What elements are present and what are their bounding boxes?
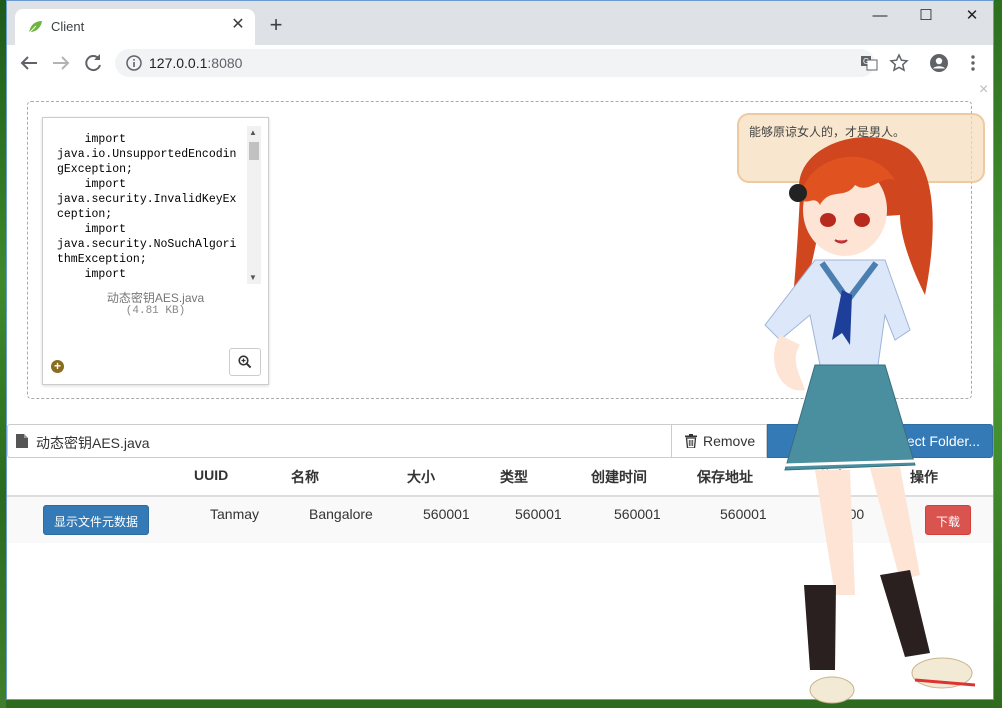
cell-created: 560001	[614, 506, 661, 522]
selected-file-field[interactable]: 动态密钥AES.java	[7, 424, 672, 458]
url-port: :8080	[207, 55, 243, 71]
column-header: 创建时间	[591, 469, 647, 485]
remove-button[interactable]: Remove	[671, 424, 767, 458]
info-icon[interactable]	[125, 54, 143, 72]
minimize-button[interactable]: —	[857, 1, 903, 31]
column-header: 保存地址	[697, 469, 753, 485]
svg-text:G: G	[863, 57, 869, 66]
cell-name: Bangalore	[309, 506, 373, 522]
column-header: 类型	[500, 469, 528, 485]
reload-icon[interactable]	[81, 51, 105, 75]
file-preview-card: import java.io.UnsupportedEncodingExcept…	[42, 117, 269, 385]
plus-circle-icon[interactable]: +	[51, 360, 64, 373]
back-arrow-icon[interactable]	[17, 51, 41, 75]
menu-dots-icon[interactable]	[963, 53, 983, 73]
leaf-icon	[28, 21, 42, 34]
show-metadata-button[interactable]: 显示文件元数据	[43, 505, 149, 535]
column-header: 大小	[407, 469, 435, 485]
mascot-character[interactable]	[760, 125, 1000, 708]
scroll-up-icon[interactable]: ▲	[249, 128, 257, 137]
zoom-button[interactable]	[229, 348, 261, 376]
account-icon[interactable]	[929, 53, 949, 73]
url-text: 127.0.0.1:8080	[149, 55, 242, 71]
forward-arrow-icon[interactable]	[49, 51, 73, 75]
zoom-in-icon	[238, 355, 252, 369]
maximize-button[interactable]: ☐	[903, 1, 949, 31]
address-bar[interactable]: 127.0.0.1:8080 G	[115, 49, 909, 77]
browser-tab[interactable]: Client ✕	[15, 9, 255, 45]
file-icon	[16, 434, 28, 448]
selected-file-name: 动态密钥AES.java	[36, 435, 150, 451]
cell-uuid: Tanmay	[210, 506, 260, 522]
column-header: UUID	[194, 467, 229, 483]
tab-title: Client	[51, 19, 85, 34]
show-metadata-label: 显示文件元数据	[53, 515, 138, 529]
tab-strip: Client ✕ + — ☐ ✕	[7, 1, 993, 45]
url-host: 127.0.0.1	[149, 55, 208, 71]
column-header: 名称	[291, 469, 319, 485]
dismiss-icon[interactable]: ×	[979, 81, 988, 99]
translate-icon[interactable]: G	[859, 53, 879, 73]
star-icon[interactable]	[889, 53, 909, 73]
new-tab-button[interactable]: +	[263, 13, 289, 39]
preview-file-size: (4.81 KB)	[125, 305, 186, 317]
scroll-down-icon[interactable]: ▼	[249, 273, 257, 282]
code-preview[interactable]: import java.io.UnsupportedEncodingExcept…	[51, 124, 263, 284]
remove-label: Remove	[703, 433, 756, 449]
code-preview-text: import java.io.UnsupportedEncodingExcept…	[57, 133, 237, 281]
close-window-button[interactable]: ✕	[949, 1, 993, 31]
close-tab-icon[interactable]: ✕	[229, 16, 247, 34]
cell-type: 560001	[515, 506, 562, 522]
trash-icon	[685, 434, 697, 448]
cell-size: 560001	[423, 506, 470, 522]
scrollbar-thumb[interactable]	[249, 142, 259, 160]
code-scrollbar[interactable]: ▲ ▼	[247, 126, 261, 284]
browser-toolbar: 127.0.0.1:8080 G	[7, 45, 993, 82]
preview-file-name: 动态密钥AES.java	[106, 291, 205, 305]
